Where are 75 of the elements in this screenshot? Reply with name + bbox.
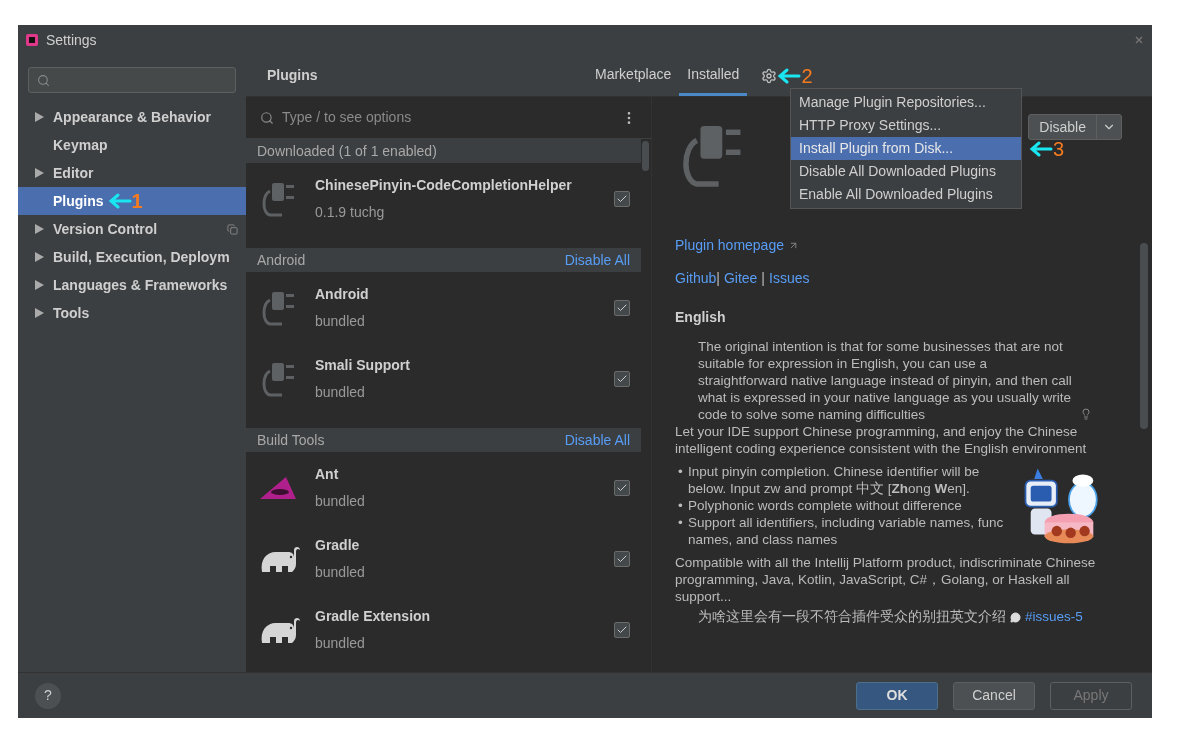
plugin-detail: bundled bbox=[315, 633, 366, 653]
tab[interactable]: Marketplace bbox=[587, 55, 680, 96]
bullet-text: Input pinyin completion. Chinese identifier will be bbox=[688, 463, 980, 480]
disable-button[interactable]: Disable bbox=[1028, 114, 1122, 140]
sidebar-item[interactable]: Version Control bbox=[18, 215, 246, 243]
bullet-text: Support all identifiers, including variable names, func bbox=[688, 514, 1004, 531]
sidebar-item[interactable]: Build, Execution, Deploym bbox=[18, 243, 246, 271]
homepage-link[interactable]: Plugin homepage bbox=[675, 235, 784, 256]
intro-paragraph: The original intention is that for some businesses that are not suitable for expression in English, you can use a straightforward native language instead of pinyin, and then call what is expressed in your native language as you usually write code to solve some naming difficulties bbox=[698, 338, 1073, 423]
disable-all-link[interactable]: Disable All bbox=[564, 249, 630, 271]
section-heading: English bbox=[675, 308, 727, 327]
detail-link[interactable]: Issues bbox=[769, 268, 810, 289]
page-title: Plugins bbox=[267, 66, 319, 85]
annotation-number: 3 bbox=[1053, 138, 1065, 159]
link-separator: | bbox=[716, 269, 721, 288]
sidebar-item-label: Tools bbox=[53, 303, 90, 323]
sidebar-item[interactable]: Tools bbox=[18, 299, 246, 327]
menu-item[interactable]: Disable All Downloaded Plugins bbox=[791, 160, 1021, 183]
sidebar-item-label: Languages & Frameworks bbox=[53, 275, 228, 295]
sidebar-item-label: Editor bbox=[53, 163, 94, 183]
plugin-row[interactable]: Smali Support bundled bbox=[246, 343, 641, 414]
plugin-name: Gradle Extension bbox=[315, 606, 432, 626]
plugin-row[interactable]: ChinesePinyin-CodeCompletionHelper 0.1.9 tuchg bbox=[246, 163, 641, 234]
dialog-button[interactable]: Cancel bbox=[953, 681, 1035, 710]
plugin-detail: 0.1.9 tuchg bbox=[315, 202, 386, 222]
bullet: • bbox=[678, 497, 684, 514]
sidebar-item-label: Keymap bbox=[53, 135, 108, 155]
bullet-text: names, and class names bbox=[688, 531, 839, 548]
menu-item[interactable]: Install Plugin from Disk... bbox=[791, 137, 1021, 160]
sidebar-item[interactable]: Keymap bbox=[18, 131, 246, 159]
sidebar-item-label: Build, Execution, Deploym bbox=[53, 247, 230, 267]
dialog-button[interactable]: OK bbox=[856, 681, 938, 710]
sidebar-item-label: Appearance & Behavior bbox=[53, 107, 211, 127]
group-title: Android bbox=[257, 250, 306, 270]
plugin-name: ChinesePinyin-CodeCompletionHelper bbox=[315, 175, 573, 195]
link-separator: | bbox=[760, 269, 766, 288]
note-text: 为啥这里会有一段不符合插件受众的别扭英文介绍 bbox=[698, 608, 1006, 626]
plugin-name: Ant bbox=[315, 464, 340, 484]
tab[interactable]: Installed bbox=[679, 55, 748, 96]
plugin-name: Gradle bbox=[315, 535, 361, 555]
bullet: • bbox=[678, 514, 684, 532]
plugin-row[interactable]: Gradle Extension bundled bbox=[246, 594, 641, 665]
issue-link[interactable]: #issues-5 bbox=[1025, 607, 1083, 628]
bullet: • bbox=[678, 463, 684, 481]
sidebar-item[interactable]: Appearance & Behavior bbox=[18, 103, 246, 131]
description-paragraph: Let your IDE support Chinese programming, and enjoy the Chinese intelligent coding experience consistent with the English environment bbox=[675, 423, 1088, 457]
disable-all-link[interactable]: Disable All bbox=[564, 429, 630, 451]
bullet-text: Polyphonic words complete without difference bbox=[688, 497, 962, 514]
plugin-row[interactable]: Ant bundled bbox=[246, 452, 641, 523]
bullet-text: below. Input zw and prompt 中文 [Zhong Wen]. bbox=[688, 480, 971, 497]
sidebar-item[interactable]: Plugins 1 bbox=[18, 187, 246, 215]
menu-item[interactable]: Enable All Downloaded Plugins bbox=[791, 183, 1021, 206]
plugin-search-input[interactable]: Type / to see options bbox=[282, 107, 613, 128]
sidebar-item-label: Version Control bbox=[53, 219, 158, 239]
plugin-detail: bundled bbox=[315, 491, 366, 511]
sidebar-item-label: Plugins bbox=[53, 191, 104, 211]
compatibility-paragraph: Compatible with all the Intellij Platform product, indiscriminate Chinese programming, Java, Kotlin, JavaScript, C#，Golang, or Haskell all support... bbox=[675, 554, 1097, 605]
group-title: Build Tools bbox=[257, 430, 325, 450]
detail-link[interactable]: Gitee bbox=[723, 268, 758, 289]
menu-item[interactable]: HTTP Proxy Settings... bbox=[791, 114, 1021, 137]
window-title: Settings bbox=[46, 30, 97, 50]
plugin-name: Android bbox=[315, 284, 370, 304]
help-button[interactable]: ? bbox=[35, 682, 61, 709]
group-title: Downloaded (1 of 1 enabled) bbox=[257, 141, 437, 161]
plugin-row[interactable]: Gradle bundled bbox=[246, 523, 641, 594]
plugin-name: Smali Support bbox=[315, 355, 411, 375]
plugin-detail: bundled bbox=[315, 311, 366, 331]
plugin-detail: bundled bbox=[315, 562, 366, 582]
plugin-row[interactable]: Android bundled bbox=[246, 272, 641, 343]
sidebar-item[interactable]: Languages & Frameworks bbox=[18, 271, 246, 299]
annotation-number: 2 bbox=[801, 65, 813, 86]
sidebar-item[interactable]: Editor bbox=[18, 159, 246, 187]
menu-item[interactable]: Manage Plugin Repositories... bbox=[791, 91, 1021, 114]
annotation-number: 1 bbox=[131, 191, 143, 211]
plugin-detail: bundled bbox=[315, 382, 366, 402]
